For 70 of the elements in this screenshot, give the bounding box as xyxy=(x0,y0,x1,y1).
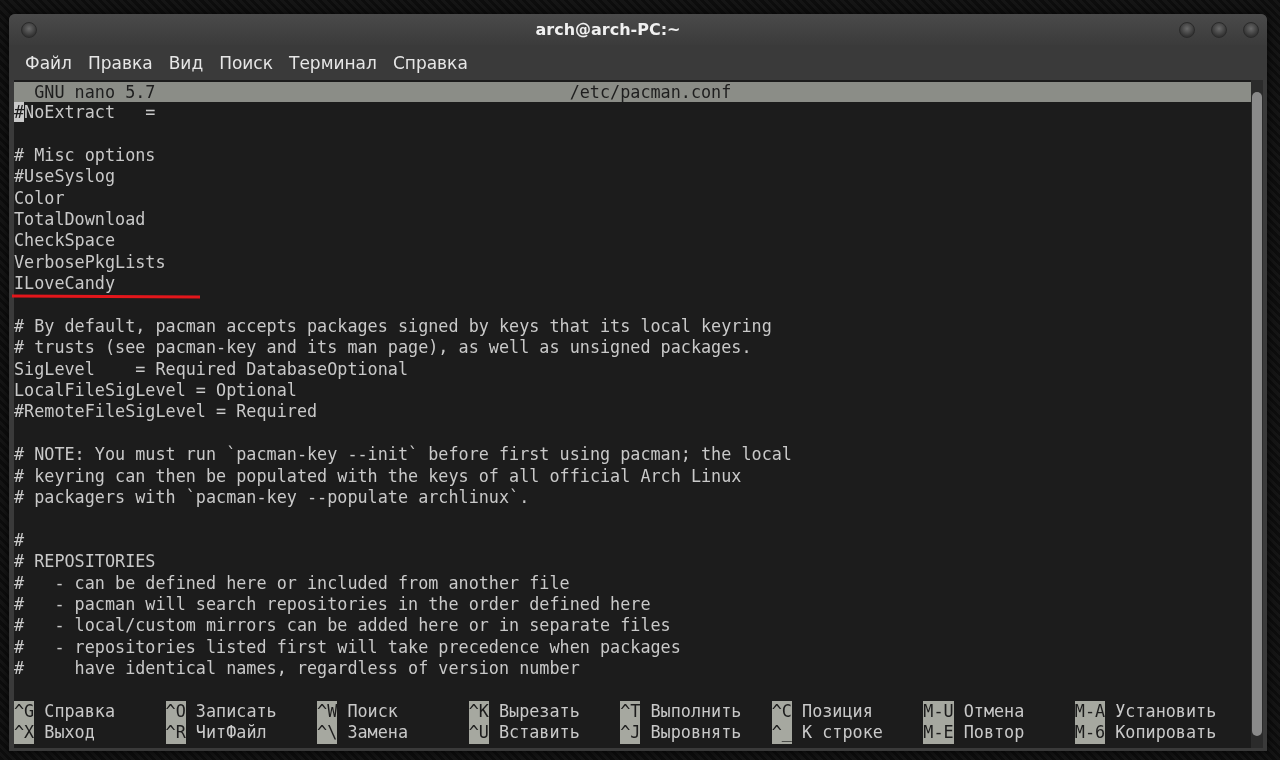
shortcut-label: Вырезать xyxy=(498,700,580,723)
shortcut-label: Копировать xyxy=(1115,722,1217,744)
menu-item[interactable]: Файл xyxy=(17,52,80,73)
code-line: VerbosePkgLists xyxy=(14,251,166,272)
menu-item[interactable]: Справка xyxy=(384,52,476,73)
menu-item[interactable]: Правка xyxy=(79,52,161,73)
shortcut-label: Поиск xyxy=(347,700,398,723)
shortcut-label: Повтор xyxy=(963,722,1025,744)
shortcut-label: Выровнять xyxy=(650,722,742,744)
code-line: CheckSpace xyxy=(14,230,116,251)
window-title: arch@arch-PC:~ xyxy=(534,20,682,39)
code-line: TotalDownload xyxy=(14,208,146,229)
shortcut-key: ^J xyxy=(620,722,641,744)
shortcut-key: ^\ xyxy=(317,722,338,744)
shortcut-key: ^T xyxy=(620,700,641,723)
code-line: # - pacman will search repositories in the order defined here xyxy=(14,594,651,614)
shortcut-key: M-A xyxy=(1074,700,1106,723)
code-line: # NOTE: You must run `pacman-key --init` before first using pacman; the local xyxy=(14,444,792,465)
shortcut-label: Вставить xyxy=(498,722,580,744)
menu-item[interactable]: Терминал xyxy=(281,52,385,73)
shortcut-key: ^C xyxy=(771,700,792,723)
shortcut-label: ЧитФайл xyxy=(195,722,267,744)
shortcut-key: ^R xyxy=(165,722,186,744)
code-line: # xyxy=(14,529,25,550)
shortcut-key: ^X xyxy=(14,722,35,744)
code-line: LocalFileSigLevel = Optional xyxy=(14,380,297,401)
shortcut-key: ^U xyxy=(468,722,489,744)
shortcut-key: ^G xyxy=(14,700,35,723)
code-line: # By default, pacman accepts packages signed by keys that its local keyring xyxy=(14,315,772,336)
shortcut-label: Позиция xyxy=(802,700,873,723)
shortcut-key: M-6 xyxy=(1074,722,1106,744)
code-line: # - can be defined here or included from another file xyxy=(14,572,570,593)
shortcut-label: Справка xyxy=(44,700,116,723)
scrollbar-thumb[interactable] xyxy=(1252,92,1262,736)
code-line: # - local/custom mirrors can be added here or in separate files xyxy=(14,615,671,636)
nano-version: GNU nano 5.7 xyxy=(33,82,157,102)
shortcut-key: ^_ xyxy=(771,722,792,744)
menu-item[interactable]: Вид xyxy=(160,52,212,73)
code-line: # packagers with `pacman-key --populate archlinux`. xyxy=(14,487,530,508)
shortcut-key: ^O xyxy=(165,700,186,723)
scrollbar[interactable] xyxy=(1251,80,1263,748)
maximize-button[interactable] xyxy=(1211,21,1227,38)
code-line: #RemoteFileSigLevel = Required xyxy=(14,401,318,422)
shortcut-label: Выход xyxy=(44,722,95,744)
shortcut-label: К строке xyxy=(802,722,883,744)
code-line: # Misc options xyxy=(14,144,156,165)
code-line: # have identical names, regardless of version number xyxy=(14,658,580,679)
shortcut-label: Отмена xyxy=(963,700,1025,723)
code-line: # keyring can then be populated with the keys of all official Arch Linux xyxy=(14,465,742,486)
file-name: /etc/pacman.conf xyxy=(569,82,732,102)
shortcut-key: ^K xyxy=(468,700,489,723)
menu-item[interactable]: Поиск xyxy=(211,52,281,73)
close-button[interactable] xyxy=(1243,21,1259,38)
window-menu-button[interactable] xyxy=(21,21,37,38)
code-line: #UseSyslog xyxy=(14,166,116,187)
code-line: # - repositories listed first will take precedence when packages xyxy=(14,636,681,657)
code-line: #NoExtract = xyxy=(14,102,156,122)
shortcut-label: Записать xyxy=(195,700,277,723)
code-line: # trusts (see pacman-key and its man page), as well as unsigned packages. xyxy=(14,337,752,358)
code-line: # REPOSITORIES xyxy=(14,551,156,572)
shortcut-label: Установить xyxy=(1115,700,1217,723)
code-line: Color xyxy=(14,187,65,208)
shortcut-label: Выполнить xyxy=(650,700,742,723)
shortcut-label: Замена xyxy=(347,722,409,744)
shortcut-key: M-U xyxy=(923,700,954,723)
shortcut-key: ^W xyxy=(317,700,338,723)
code-line: ILoveCandy xyxy=(14,273,116,294)
code-line: SigLevel = Required DatabaseOptional xyxy=(14,358,409,379)
shortcut-key: M-E xyxy=(923,722,954,744)
minimize-button[interactable] xyxy=(1179,21,1195,38)
